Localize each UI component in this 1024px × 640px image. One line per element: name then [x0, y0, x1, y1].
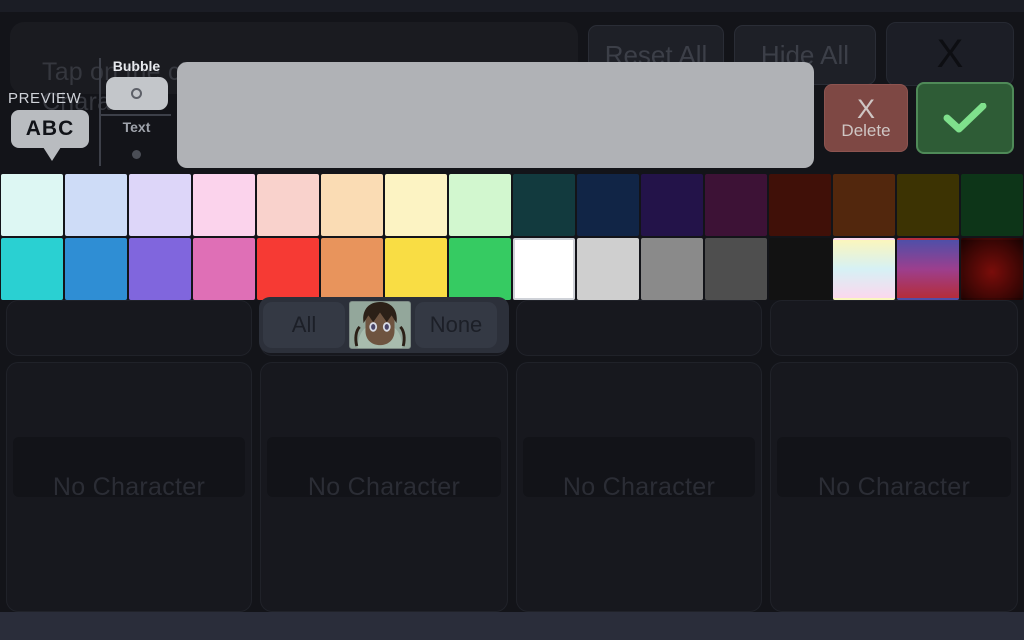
confirm-button[interactable] — [916, 82, 1014, 154]
character-slot[interactable]: No Character — [260, 362, 508, 612]
color-swatch-white[interactable] — [513, 238, 575, 300]
color-swatch-pale-green[interactable] — [449, 174, 511, 236]
check-icon — [943, 103, 987, 133]
color-swatch-dark-red-gradient[interactable] — [961, 238, 1023, 300]
color-swatch-medium-gray[interactable] — [641, 238, 703, 300]
app-root: Tap on the chat bubble to input new text… — [0, 0, 1024, 640]
text-mode-label: Text — [122, 119, 151, 135]
slot-header-4[interactable] — [770, 300, 1018, 356]
top-rim — [0, 0, 1024, 12]
x-icon: X — [856, 93, 875, 124]
color-swatch-light-gray[interactable] — [577, 238, 639, 300]
color-swatch-pale-salmon[interactable] — [257, 174, 319, 236]
text-mode-option[interactable] — [106, 138, 168, 171]
select-none-button[interactable]: None — [415, 302, 497, 348]
slot-header-1[interactable] — [6, 300, 252, 356]
palette-row-2 — [0, 238, 1024, 300]
color-swatch-dark-maroon[interactable] — [769, 174, 831, 236]
bubble-mode-option[interactable] — [105, 77, 168, 110]
close-button[interactable]: X — [886, 22, 1014, 86]
palette-row-1 — [0, 174, 1024, 236]
color-swatch-pale-pink[interactable] — [193, 174, 255, 236]
color-swatch-dark-forest[interactable] — [961, 174, 1023, 236]
mode-selector: Bubble Text — [99, 58, 171, 166]
radio-unselected-icon — [132, 150, 141, 159]
color-swatch-near-black[interactable] — [769, 238, 831, 300]
character-slot[interactable]: No Character — [516, 362, 762, 612]
color-swatch-dark-navy[interactable] — [577, 174, 639, 236]
color-swatch-pale-mint[interactable] — [1, 174, 63, 236]
slot-label: No Character — [52, 472, 206, 501]
color-swatch-pale-peach[interactable] — [321, 174, 383, 236]
color-swatch-pale-lavender[interactable] — [129, 174, 191, 236]
color-swatch-dark-brown[interactable] — [833, 174, 895, 236]
color-swatch-dark-plum[interactable] — [705, 174, 767, 236]
color-swatch-pastel-gradient[interactable] — [833, 238, 895, 300]
character-slot[interactable]: No Character — [6, 362, 252, 612]
color-swatch-pale-cream[interactable] — [385, 174, 447, 236]
color-swatch-pink[interactable] — [193, 238, 255, 300]
mode-divider — [101, 114, 171, 116]
color-swatch-red[interactable] — [257, 238, 319, 300]
character-slot-grid: No Character No Character No Character N… — [0, 300, 1024, 612]
character-slot[interactable]: No Character — [770, 362, 1018, 612]
color-swatch-turquoise[interactable] — [1, 238, 63, 300]
color-swatch-dark-olive[interactable] — [897, 174, 959, 236]
color-swatch-yellow[interactable] — [385, 238, 447, 300]
delete-button-label: Delete — [841, 120, 891, 140]
slot-label: No Character — [307, 472, 461, 501]
color-swatch-pale-periwinkle[interactable] — [65, 174, 127, 236]
color-swatch-purple-red-gradient[interactable] — [897, 238, 959, 300]
preview-chat-bubble[interactable]: ABC — [11, 110, 89, 161]
color-swatch-blue[interactable] — [65, 238, 127, 300]
character-scope-selector: All None — [259, 297, 509, 353]
color-swatch-purple[interactable] — [129, 238, 191, 300]
character-avatar-icon — [350, 302, 410, 348]
color-palette — [0, 174, 1024, 302]
color-display-field[interactable] — [177, 62, 814, 168]
radio-selected-icon — [131, 88, 142, 99]
bubble-mode-label: Bubble — [112, 58, 161, 74]
color-swatch-orange[interactable] — [321, 238, 383, 300]
character-avatar[interactable] — [349, 301, 411, 349]
select-all-button[interactable]: All — [263, 302, 345, 348]
color-swatch-green[interactable] — [449, 238, 511, 300]
slot-label: No Character — [817, 472, 971, 501]
color-swatch-dark-gray[interactable] — [705, 238, 767, 300]
slot-label: No Character — [562, 472, 716, 501]
slot-header-3[interactable] — [516, 300, 762, 356]
delete-button[interactable]: X Delete — [824, 84, 908, 152]
color-swatch-dark-teal[interactable] — [513, 174, 575, 236]
bottom-bar — [0, 612, 1024, 640]
color-swatch-dark-indigo[interactable] — [641, 174, 703, 236]
preview-label: PREVIEW — [8, 90, 82, 107]
